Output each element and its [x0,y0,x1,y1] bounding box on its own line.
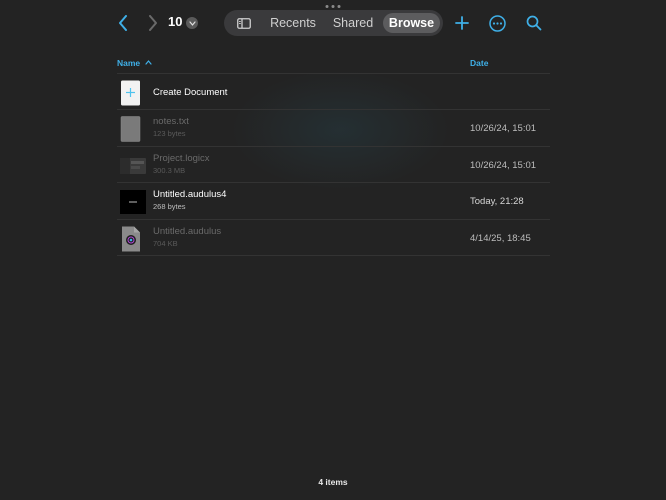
file-list: Create Document notes.txt 123 bytes 10/2… [117,74,550,256]
file-size: 704 KB [153,238,178,248]
file-name: Untitled.audulus [153,225,222,237]
list-item[interactable]: Untitled.audulus 704 KB 4/14/25, 18:45 [117,220,550,256]
file-date: Today, 21:28 [470,196,524,208]
create-document-row[interactable]: Create Document [117,74,550,111]
column-name-label: Name [117,58,141,68]
tab-shared[interactable]: Shared [324,13,382,33]
chevron-right-icon[interactable] [142,12,164,34]
logic-project-icon [120,153,146,179]
column-date-header[interactable]: Date [470,58,488,68]
item-count: 4 items [318,477,348,487]
search-icon[interactable] [523,12,545,34]
file-size: 268 bytes [153,202,186,212]
create-document-label: Create Document [153,87,228,98]
file-name: Project.logicx [153,152,210,164]
list-item[interactable]: Project.logicx 300.3 MB 10/26/24, 15:01 [117,147,550,184]
file-name: notes.txt [153,116,189,128]
plus-icon[interactable] [451,12,473,34]
file-size: 123 bytes [153,129,186,139]
ellipsis-circle-icon[interactable] [486,12,508,34]
file-date: 4/14/25, 18:45 [470,232,531,244]
file-size: 300.3 MB [153,165,186,175]
chevron-left-icon[interactable] [112,12,134,34]
create-document-icon [120,80,144,106]
tab-recents[interactable]: Recents [264,13,322,33]
list-item[interactable]: Untitled.audulus4 268 bytes Today, 21:28 [117,183,550,220]
view-switcher: Recents Shared Browse [224,10,443,36]
tab-browse[interactable]: Browse [383,13,440,33]
file-date: 10/26/24, 15:01 [470,123,537,135]
audulus-file-icon [120,226,144,252]
column-name-header[interactable]: Name [117,58,152,68]
file-date: 10/26/24, 15:01 [470,159,537,171]
sidebar-icon[interactable] [234,14,254,32]
column-header: Name Date [117,52,550,74]
toolbar: 10 Recents Shared Browse [0,10,666,36]
window-grabber[interactable] [325,5,341,8]
text-file-icon [120,116,144,143]
chevron-down-icon[interactable] [186,17,198,29]
folder-title[interactable]: 10 [168,14,182,29]
list-item[interactable]: notes.txt 123 bytes 10/26/24, 15:01 [117,110,550,147]
file-name: Untitled.audulus4 [153,189,227,201]
sort-ascending-icon [144,60,152,65]
audulus4-file-icon [120,189,146,215]
